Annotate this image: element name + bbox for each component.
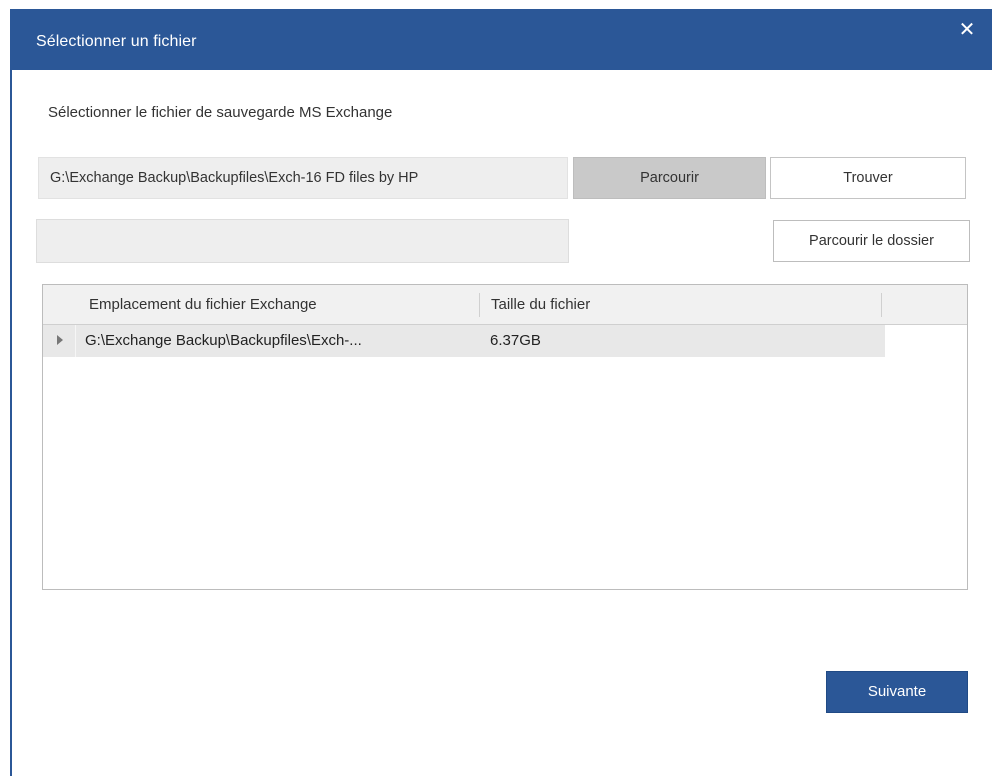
backup-file-path-field[interactable]: G:\Exchange Backup\Backupfiles\Exch-16 F… (38, 157, 568, 199)
file-size-cell: 6.37GB (490, 332, 541, 349)
column-header-size[interactable]: Taille du fichier (491, 285, 590, 325)
row-header-divider (75, 325, 76, 357)
table-row[interactable]: G:\Exchange Backup\Backupfiles\Exch-... … (43, 325, 885, 357)
file-location-cell: G:\Exchange Backup\Backupfiles\Exch-... (85, 332, 362, 349)
grid-header-row: Emplacement du fichier Exchange Taille d… (43, 285, 967, 325)
window-left-margin (0, 0, 10, 776)
column-divider[interactable] (881, 293, 882, 317)
dialog-title: Sélectionner un fichier (36, 33, 197, 50)
folder-path-field[interactable] (36, 219, 569, 263)
column-divider[interactable] (479, 293, 480, 317)
browse-button[interactable]: Parcourir (573, 157, 766, 199)
triangle-right-icon[interactable] (57, 335, 63, 345)
grid-header: Emplacement du fichier Exchange Taille d… (43, 285, 967, 325)
instruction-label: Sélectionner le fichier de sauvegarde MS… (48, 104, 393, 121)
exchange-file-grid: Emplacement du fichier Exchange Taille d… (42, 284, 968, 590)
find-button[interactable]: Trouver (770, 157, 966, 199)
close-icon[interactable]: ✕ (956, 19, 978, 41)
title-bar: Sélectionner un fichier ✕ (10, 9, 992, 70)
window-left-border (10, 70, 12, 776)
next-button[interactable]: Suivante (826, 671, 968, 713)
column-header-location[interactable]: Emplacement du fichier Exchange (89, 285, 317, 325)
browse-folder-button[interactable]: Parcourir le dossier (773, 220, 970, 262)
select-file-dialog: Sélectionner un fichier ✕ Sélectionner l… (0, 0, 992, 776)
